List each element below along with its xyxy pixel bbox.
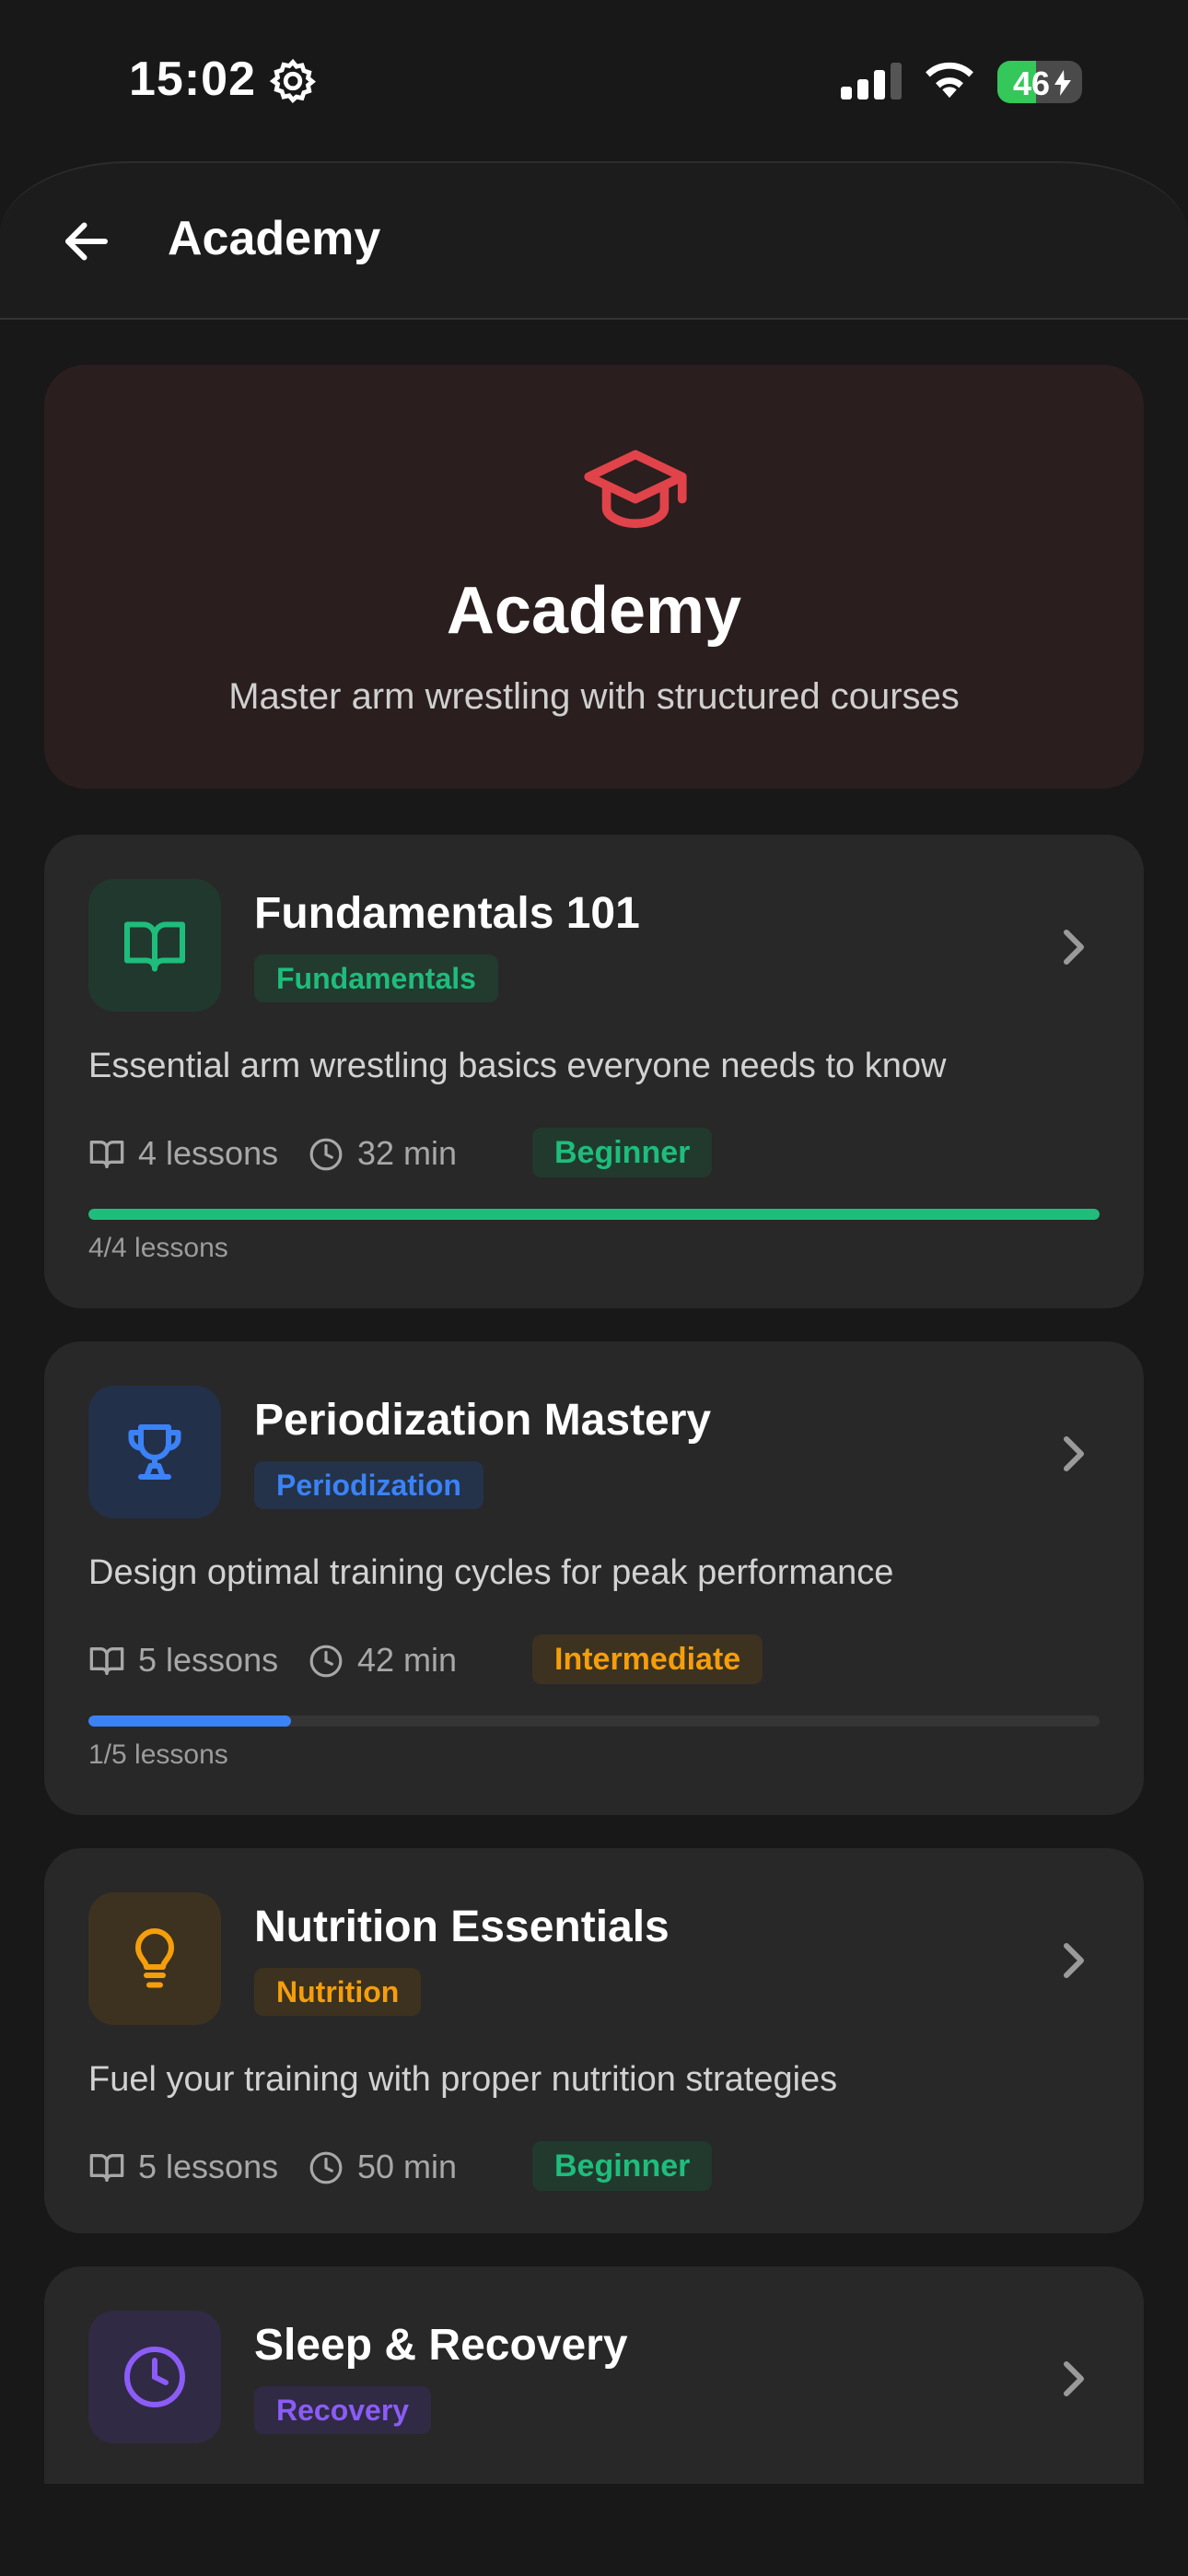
course-card-periodization[interactable]: Periodization Mastery Periodization Desi… <box>44 1341 1144 1815</box>
status-bar: 15:02 46 <box>0 0 1188 161</box>
page-title: Academy <box>168 212 381 265</box>
settings-gear-icon <box>269 58 316 104</box>
progress-fill <box>88 1715 291 1727</box>
level-badge: Intermediate <box>532 1634 763 1684</box>
book-small-icon <box>89 2154 124 2182</box>
status-time: 15:02 <box>129 53 256 106</box>
course-title: Fundamentals 101 <box>254 889 640 938</box>
lightbulb-icon <box>135 1928 174 1988</box>
clock-small-icon <box>309 1138 343 1171</box>
course-description: Fuel your training with proper nutrition… <box>88 2060 838 2099</box>
chevron-right-icon[interactable] <box>1061 2359 1087 2399</box>
course-card-sleep-recovery[interactable]: Sleep & Recovery Recovery <box>44 2266 1144 2484</box>
charging-bolt-icon <box>1054 70 1071 96</box>
category-badge: Nutrition <box>254 1968 422 2016</box>
chevron-right-icon[interactable] <box>1061 1434 1087 1474</box>
course-description: Essential arm wrestling basics everyone … <box>88 1047 947 1085</box>
cellular-signal-icon <box>841 63 902 100</box>
progress-label: 4/4 lessons <box>88 1233 228 1263</box>
clock-small-icon <box>309 1645 343 1678</box>
course-title: Sleep & Recovery <box>254 2321 628 2370</box>
course-title: Nutrition Essentials <box>254 1903 670 1951</box>
level-badge: Beginner <box>532 2141 713 2191</box>
book-small-icon <box>89 1647 124 1676</box>
category-badge: Fundamentals <box>254 954 498 1002</box>
academy-hero-banner: Academy Master arm wrestling with struct… <box>44 365 1144 789</box>
graduation-cap-icon <box>584 450 687 529</box>
hero-title: Academy <box>446 574 742 648</box>
chevron-right-icon[interactable] <box>1061 927 1087 967</box>
wifi-icon <box>926 62 973 99</box>
chevron-right-icon[interactable] <box>1061 1940 1087 1981</box>
course-card-nutrition[interactable]: Nutrition Essentials Nutrition Fuel your… <box>44 1848 1144 2233</box>
duration: 50 min <box>308 2141 457 2193</box>
hero-subtitle: Master arm wrestling with structured cou… <box>228 676 960 717</box>
lesson-count: 4 lessons <box>88 1128 278 1179</box>
course-card-fundamentals[interactable]: Fundamentals 101 Fundamentals Essential … <box>44 835 1144 1308</box>
progress-fill <box>88 1209 1100 1220</box>
book-icon <box>124 921 185 972</box>
duration: 32 min <box>308 1128 457 1179</box>
battery-indicator: 46 <box>997 61 1082 103</box>
back-arrow-icon[interactable] <box>59 214 114 269</box>
course-icon-container <box>88 2311 221 2443</box>
trophy-icon <box>128 1424 181 1480</box>
lesson-count: 5 lessons <box>88 1634 278 1686</box>
progress-bar <box>88 1209 1100 1220</box>
course-icon-container <box>88 1386 221 1518</box>
category-badge: Recovery <box>254 2386 432 2434</box>
duration: 42 min <box>308 1634 457 1686</box>
clock-small-icon <box>309 2151 343 2184</box>
course-icon-container <box>88 1892 221 2025</box>
progress-bar <box>88 1715 1100 1727</box>
lesson-count: 5 lessons <box>88 2141 278 2193</box>
clock-icon <box>124 2347 185 2407</box>
progress-label: 1/5 lessons <box>88 1739 228 1770</box>
navigation-bar: Academy <box>0 161 1188 320</box>
category-badge: Periodization <box>254 1461 483 1509</box>
course-title: Periodization Mastery <box>254 1396 712 1445</box>
course-description: Design optimal training cycles for peak … <box>88 1553 894 1592</box>
book-small-icon <box>89 1141 124 1169</box>
course-icon-container <box>88 879 221 1012</box>
level-badge: Beginner <box>532 1128 713 1177</box>
